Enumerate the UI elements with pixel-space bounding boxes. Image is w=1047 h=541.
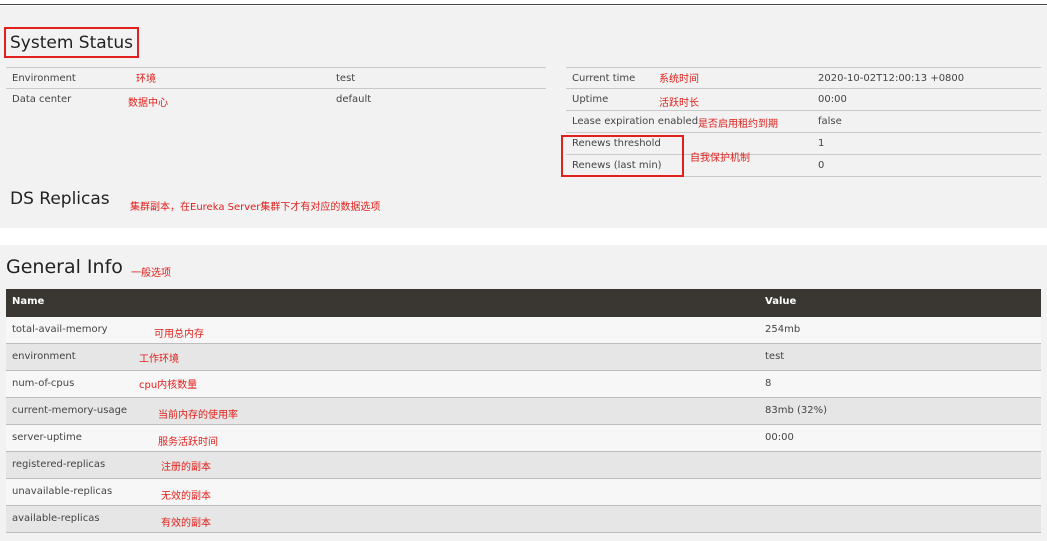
- status-row-data-center: Data center 数据中心 default: [6, 89, 546, 111]
- row-name: environment: [12, 351, 76, 362]
- status-value: test: [336, 73, 356, 84]
- status-value: 2020-10-02T12:00:13 +0800: [818, 73, 965, 84]
- row-value: test: [765, 351, 785, 362]
- status-label: Lease expiration enabled: [572, 116, 699, 127]
- row-annotation: 无效的副本: [161, 491, 211, 502]
- status-annotation: 是否启用租约到期: [698, 119, 778, 130]
- status-annotation: 数据中心: [128, 98, 168, 109]
- column-header-name: Name: [12, 296, 45, 307]
- self-protection-annotation: 自我保护机制: [690, 153, 750, 164]
- top-divider: [0, 4, 1047, 5]
- row-name: current-memory-usage: [12, 405, 128, 416]
- table-row: environment 工作环境 test: [6, 344, 1041, 371]
- row-annotation: 服务活跃时间: [158, 437, 218, 448]
- status-label: Uptime: [572, 94, 609, 105]
- self-protection-highlight-box: [561, 135, 684, 177]
- row-annotation: 有效的副本: [161, 518, 211, 529]
- status-row-uptime: Uptime 活跃时长 00:00: [566, 89, 1041, 111]
- general-info-title: General Info: [6, 256, 123, 278]
- row-name: registered-replicas: [12, 459, 106, 470]
- row-value: 83mb (32%): [765, 405, 828, 416]
- column-header-value: Value: [765, 296, 797, 307]
- table-row: num-of-cpus cpu内核数量 8: [6, 371, 1041, 398]
- status-row-current-time: Current time 系统时间 2020-10-02T12:00:13 +0…: [566, 67, 1041, 89]
- status-value: 1: [818, 138, 825, 149]
- row-name: total-avail-memory: [12, 324, 108, 335]
- status-value: false: [818, 116, 842, 127]
- table-row: registered-replicas 注册的副本: [6, 452, 1041, 479]
- status-label: Data center: [12, 94, 72, 105]
- row-annotation: 可用总内存: [154, 329, 204, 340]
- status-annotation: 系统时间: [659, 74, 699, 85]
- status-value: default: [336, 94, 372, 105]
- status-value: 0: [818, 160, 825, 171]
- row-name: num-of-cpus: [12, 378, 75, 389]
- row-value: 8: [765, 378, 772, 389]
- ds-replicas-title: DS Replicas: [10, 189, 110, 209]
- status-row-environment: Environment 环境 test: [6, 67, 546, 89]
- row-value: 00:00: [765, 432, 794, 443]
- status-annotation: 环境: [136, 74, 156, 85]
- table-row: current-memory-usage 当前内存的使用率 83mb (32%): [6, 398, 1041, 425]
- table-row: total-avail-memory 可用总内存 254mb: [6, 317, 1041, 344]
- row-value: 254mb: [765, 324, 801, 335]
- row-name: available-replicas: [12, 513, 100, 524]
- general-info-table-header: Name Value: [6, 289, 1041, 317]
- system-status-title: System Status: [10, 33, 133, 53]
- row-name: server-uptime: [12, 432, 82, 443]
- status-label: Environment: [12, 73, 76, 84]
- status-annotation: 活跃时长: [659, 98, 699, 109]
- status-row-lease-expiration: Lease expiration enabled 是否启用租约到期 false: [566, 111, 1041, 133]
- row-annotation: 工作环境: [139, 354, 179, 365]
- general-info-annotation: 一般选项: [131, 268, 171, 279]
- row-annotation: cpu内核数量: [139, 380, 198, 391]
- status-label: Current time: [572, 73, 636, 84]
- row-name: unavailable-replicas: [12, 486, 113, 497]
- row-annotation: 注册的副本: [161, 462, 211, 473]
- ds-replicas-annotation: 集群副本，在Eureka Server集群下才有对应的数据选项: [130, 202, 381, 213]
- table-row: available-replicas 有效的副本: [6, 506, 1041, 533]
- table-row: server-uptime 服务活跃时间 00:00: [6, 425, 1041, 452]
- row-annotation: 当前内存的使用率: [158, 410, 238, 421]
- status-value: 00:00: [818, 94, 847, 105]
- table-row: unavailable-replicas 无效的副本: [6, 479, 1041, 506]
